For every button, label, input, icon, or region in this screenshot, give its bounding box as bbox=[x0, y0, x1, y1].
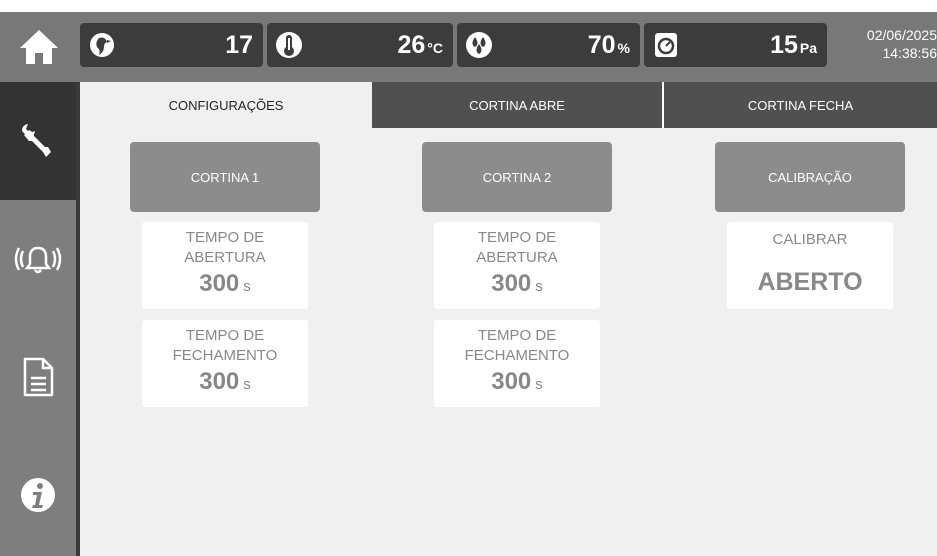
tab-cortina-abre[interactable]: CORTINA ABRE bbox=[372, 82, 662, 128]
home-button[interactable] bbox=[14, 24, 64, 70]
alarm-bell-icon bbox=[14, 246, 62, 274]
card-label: FECHAMENTO bbox=[172, 347, 278, 364]
card-value: 300 bbox=[199, 270, 240, 297]
sidebar-item-reports[interactable] bbox=[0, 318, 76, 436]
info-icon bbox=[21, 478, 55, 512]
card-label: TEMPO DE bbox=[185, 229, 265, 246]
cortina-1-button[interactable]: CORTINA 1 bbox=[130, 142, 320, 212]
card-label: ABERTURA bbox=[476, 249, 558, 266]
thermometer-icon bbox=[273, 28, 305, 62]
temperature-value: 26 bbox=[397, 31, 426, 59]
card-value: 300 bbox=[199, 368, 240, 395]
card-label: FECHAMENTO bbox=[464, 347, 570, 364]
calibrate-card[interactable]: CALIBRAR ABERTO bbox=[727, 222, 893, 309]
wrench-icon bbox=[22, 124, 51, 157]
main-content: CONFIGURAÇÕES CORTINA ABRE CORTINA FECHA… bbox=[80, 82, 937, 556]
calibracao-button[interactable]: CALIBRAÇÃO bbox=[715, 142, 905, 212]
cortina-1-opening-time-card[interactable]: TEMPO DE ABERTURA 300 s bbox=[142, 222, 308, 309]
date-time-display: 02/06/2025 14:38:56 bbox=[830, 26, 937, 62]
humidity-value: 70 bbox=[587, 31, 616, 59]
top-status-bar: 17 26 °C 70 % 15 Pa 02/06/2025 14:38:56 bbox=[0, 12, 937, 82]
card-unit: s bbox=[243, 278, 251, 295]
card-label: TEMPO DE bbox=[477, 229, 557, 246]
current-date: 02/06/2025 bbox=[866, 27, 937, 43]
tab-cortina-fecha[interactable]: CORTINA FECHA bbox=[664, 82, 937, 128]
card-label: TEMPO DE bbox=[477, 327, 557, 344]
card-unit: s bbox=[243, 376, 251, 393]
card-value: 300 bbox=[491, 368, 532, 395]
cortina-2-opening-time-card[interactable]: TEMPO DE ABERTURA 300 s bbox=[434, 222, 600, 309]
pressure-value: 15 bbox=[770, 31, 798, 59]
calibrate-value: ABERTO bbox=[757, 268, 863, 296]
temperature-unit: °C bbox=[427, 40, 443, 56]
current-time: 14:38:56 bbox=[882, 45, 937, 61]
sidebar-item-settings[interactable] bbox=[0, 82, 76, 200]
cortina-2-closing-time-card[interactable]: TEMPO DE FECHAMENTO 300 s bbox=[434, 320, 600, 407]
tab-divider bbox=[662, 82, 664, 128]
temperature-stat: 26 °C bbox=[267, 23, 453, 67]
pressure-stat: 15 Pa bbox=[644, 23, 827, 67]
card-label: CALIBRAR bbox=[772, 231, 848, 248]
pressure-gauge-icon bbox=[650, 28, 682, 62]
humidity-unit: % bbox=[617, 40, 630, 56]
card-unit: s bbox=[535, 278, 543, 295]
bird-count-stat: 17 bbox=[80, 23, 263, 67]
card-label: TEMPO DE bbox=[185, 327, 265, 344]
sidebar bbox=[0, 82, 76, 556]
sidebar-item-info[interactable] bbox=[0, 436, 76, 554]
sidebar-item-alarms[interactable] bbox=[0, 200, 76, 318]
bird-count-value: 17 bbox=[225, 31, 253, 59]
card-unit: s bbox=[535, 376, 543, 393]
document-icon bbox=[23, 357, 54, 397]
humidity-stat: 70 % bbox=[457, 23, 640, 67]
humidity-drops-icon bbox=[463, 28, 495, 62]
cortina-1-closing-time-card[interactable]: TEMPO DE FECHAMENTO 300 s bbox=[142, 320, 308, 407]
home-icon bbox=[20, 30, 58, 64]
cortina-2-button[interactable]: CORTINA 2 bbox=[422, 142, 612, 212]
bird-icon bbox=[86, 28, 118, 62]
card-label: ABERTURA bbox=[184, 249, 266, 266]
tab-configuracoes[interactable]: CONFIGURAÇÕES bbox=[80, 82, 372, 128]
card-value: 300 bbox=[491, 270, 532, 297]
pressure-unit: Pa bbox=[799, 40, 817, 56]
